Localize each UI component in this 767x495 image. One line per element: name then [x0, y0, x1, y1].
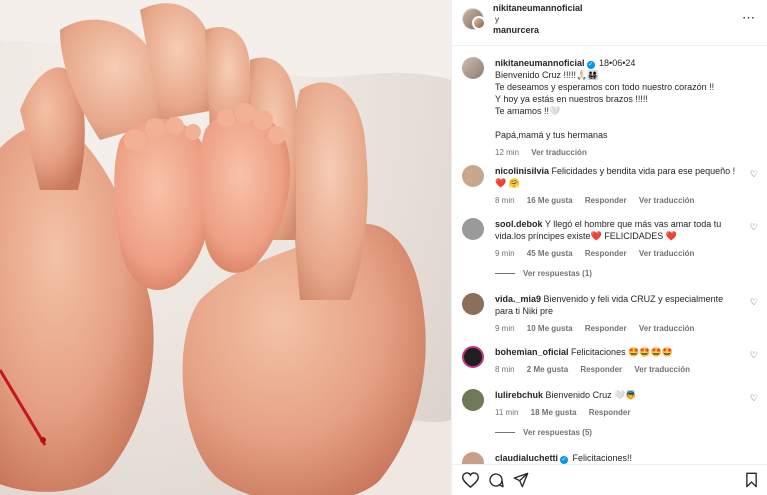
view-replies-label: Ver respuestas (1)	[523, 269, 592, 278]
collab-conjunction: y	[495, 15, 499, 24]
comment-time: 8 min	[495, 365, 515, 374]
avatar[interactable]	[462, 293, 484, 315]
reply-button[interactable]: Responder	[585, 324, 627, 333]
post-header: nikitaneumannoficial y manurcera ⋯	[452, 0, 767, 46]
translate-link[interactable]: Ver traducción	[639, 249, 695, 258]
comment-username[interactable]: sool.debok	[495, 219, 543, 229]
comment-time: 8 min	[495, 196, 515, 205]
comment-text: Felicitaciones!!	[572, 453, 633, 463]
comment-username[interactable]: nicolinisilvia	[495, 166, 549, 176]
reply-button[interactable]: Responder	[585, 196, 627, 205]
comment-username[interactable]: vida._mia9	[495, 294, 541, 304]
comments-list[interactable]: nikitaneumannoficial ✓ 18•06•24 Bienvenid…	[452, 47, 767, 464]
like-comment-heart-icon[interactable]: ♡	[750, 350, 758, 361]
like-comment-heart-icon[interactable]: ♡	[750, 222, 758, 233]
translate-link[interactable]: Ver traducción	[531, 148, 587, 157]
likes-count[interactable]: 18 Me gusta	[531, 408, 577, 417]
share-icon[interactable]	[513, 472, 529, 488]
verified-badge-icon: ✓	[560, 456, 569, 464]
post-details-panel: nikitaneumannoficial y manurcera ⋯ nikit…	[451, 0, 767, 495]
likes-count[interactable]: 16 Me gusta	[527, 196, 573, 205]
comment-time: 11 min	[495, 408, 519, 417]
replies-divider	[495, 273, 515, 275]
translate-link[interactable]: Ver traducción	[634, 365, 690, 374]
translate-link[interactable]: Ver traducción	[639, 196, 695, 205]
comment-time: 9 min	[495, 324, 515, 333]
caption-line: Te deseamos y esperamos con todo nuestro…	[495, 82, 715, 92]
heart-icon[interactable]	[462, 472, 479, 488]
like-comment-heart-icon[interactable]: ♡	[750, 169, 758, 180]
likes-count[interactable]: 2 Me gusta	[527, 365, 568, 374]
author-username[interactable]: nikitaneumannoficial	[493, 3, 583, 13]
bookmark-icon[interactable]	[745, 472, 758, 488]
like-comment-heart-icon[interactable]: ♡	[750, 393, 758, 404]
caption-date: 18•06•24	[599, 58, 636, 68]
collaborator-avatar[interactable]	[472, 16, 486, 30]
avatar[interactable]	[462, 57, 484, 79]
avatar[interactable]	[462, 165, 484, 187]
caption-line: Papá,mamá y tus hermanas	[495, 130, 608, 140]
verified-badge-icon: ✓	[586, 61, 595, 69]
reply-button[interactable]: Responder	[580, 365, 622, 374]
comment-text: Felicitaciones 🤩🤩🤩🤩	[571, 347, 673, 357]
avatar[interactable]	[462, 218, 484, 240]
comment-text: Bienvenido Cruz 🤍👼	[545, 390, 637, 400]
like-comment-heart-icon[interactable]: ♡	[750, 297, 758, 308]
caption-username[interactable]: nikitaneumannoficial	[495, 58, 585, 68]
avatar[interactable]	[462, 452, 484, 464]
caption-time: 12 min	[495, 148, 520, 157]
likes-count[interactable]: 45 Me gusta	[527, 249, 573, 258]
translate-link[interactable]: Ver traducción	[639, 324, 695, 333]
collaborator-username[interactable]: manurcera	[493, 25, 539, 35]
view-replies-button[interactable]: Ver respuestas (1)	[495, 269, 592, 278]
reply-button[interactable]: Responder	[585, 249, 627, 258]
view-replies-button[interactable]: Ver respuestas (5)	[495, 428, 592, 437]
comment-time: 9 min	[495, 249, 515, 258]
avatar[interactable]	[462, 389, 484, 411]
baby-feet-in-hands-image	[0, 0, 451, 495]
comment-username[interactable]: claudialuchetti	[495, 453, 558, 463]
caption-line: Bienvenido Cruz !!!!!🙏🏻👨‍👩‍👧‍👦	[495, 70, 599, 80]
reply-button[interactable]: Responder	[589, 408, 631, 417]
view-replies-label: Ver respuestas (5)	[523, 428, 592, 437]
comment-icon[interactable]	[488, 472, 504, 488]
post-photo	[0, 0, 451, 495]
caption-line: Te amamos !!🤍	[495, 106, 561, 116]
more-options-icon[interactable]: ⋯	[742, 10, 756, 26]
replies-divider	[495, 432, 515, 434]
caption-line: Y hoy ya estás en nuestros brazos !!!!!	[495, 94, 648, 104]
post-actions-bar	[452, 464, 767, 495]
likes-count[interactable]: 10 Me gusta	[527, 324, 573, 333]
comment-username[interactable]: lulirebchuk	[495, 390, 543, 400]
avatar[interactable]	[462, 346, 484, 368]
comment-username[interactable]: bohemian_oficial	[495, 347, 569, 357]
